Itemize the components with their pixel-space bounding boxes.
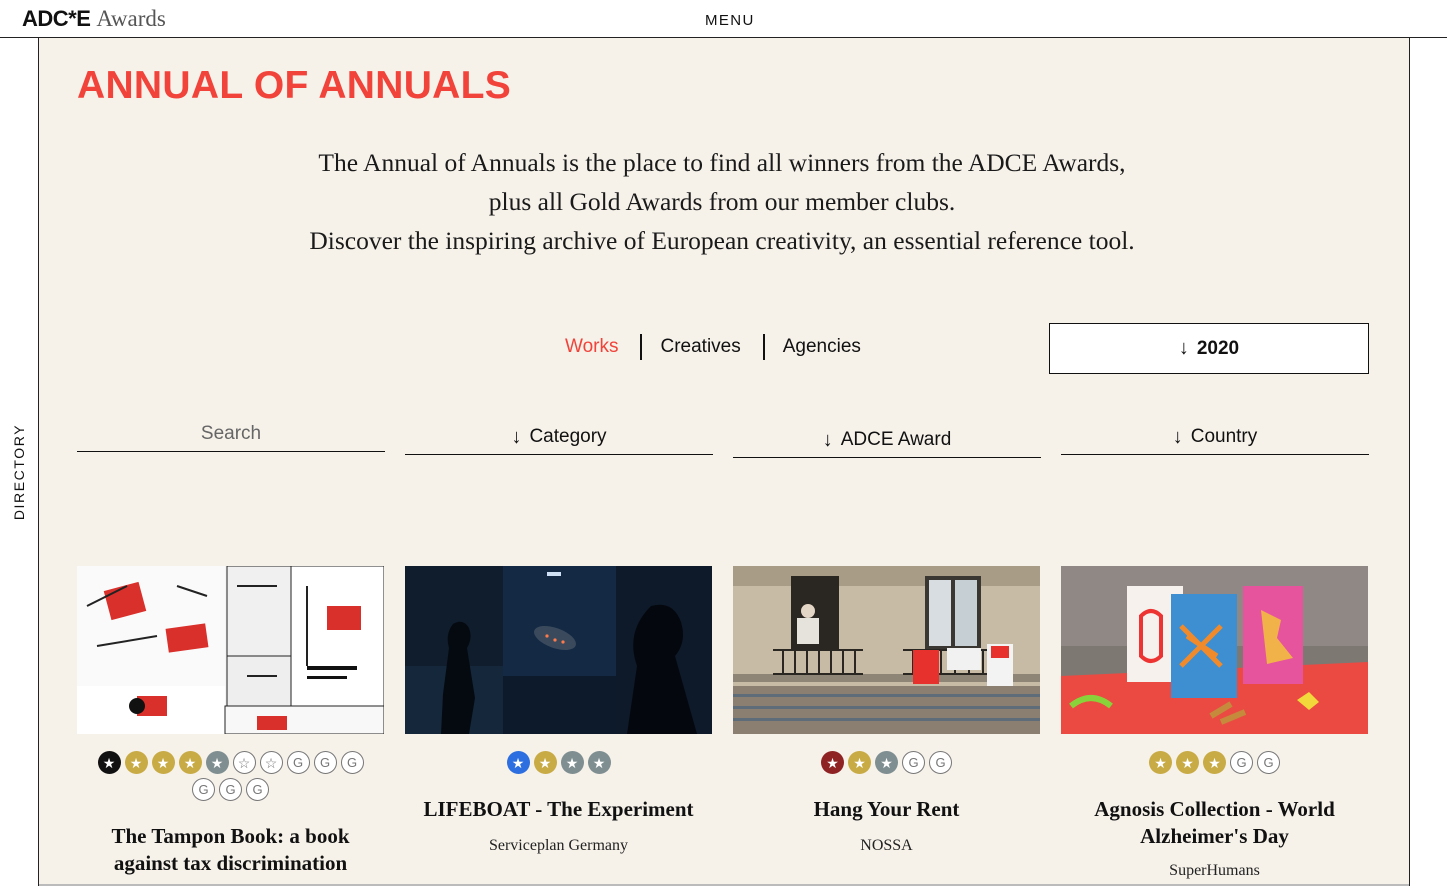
category-label: Category: [529, 426, 607, 447]
tab-creatives[interactable]: Creatives: [640, 334, 762, 360]
gold-star-icon: ★: [848, 751, 871, 774]
gold-star-icon: ★: [533, 751, 557, 774]
work-thumbnail[interactable]: [733, 566, 1040, 734]
view-tabs: Works Creatives Agencies: [553, 334, 873, 360]
work-card: ★ ★ ★ G G Hang Your Rent NOSSA: [733, 566, 1040, 855]
club-gold-icon: G: [219, 778, 242, 801]
tab-agencies[interactable]: Agencies: [762, 334, 873, 360]
left-sidebar: DIRECTORY: [0, 38, 39, 886]
country-label: Country: [1190, 426, 1258, 447]
club-gold-icon: G: [929, 751, 952, 774]
adce-award-filter[interactable]: ↓ ADCE Award: [733, 423, 1041, 458]
adce-logo[interactable]: ADC*E Awards: [22, 6, 166, 32]
work-agency[interactable]: Serviceplan Germany: [405, 837, 712, 855]
blue-star-icon: ★: [506, 751, 530, 774]
club-gold-icon: G: [340, 751, 364, 774]
work-thumbnail[interactable]: [1061, 566, 1368, 734]
logo-word: Awards: [96, 6, 166, 31]
gold-star-icon: ★: [1176, 751, 1199, 774]
work-title[interactable]: Agnosis Collection - World Alzheimer's D…: [1061, 796, 1368, 850]
gold-star-icon: ★: [151, 751, 175, 774]
intro-text: The Annual of Annuals is the place to fi…: [232, 143, 1212, 260]
directory-toggle[interactable]: DIRECTORY: [11, 424, 27, 520]
down-arrow-icon: ↓: [822, 428, 833, 451]
gold-star-icon: ★: [1203, 751, 1226, 774]
menu-button[interactable]: MENU: [705, 12, 755, 29]
work-title[interactable]: The Tampon Book: a book against tax disc…: [77, 823, 384, 877]
red-star-icon: ★: [821, 751, 844, 774]
merit-star-icon: ☆: [259, 751, 283, 774]
search-filter[interactable]: [77, 417, 385, 452]
category-filter[interactable]: ↓ Category: [405, 420, 713, 455]
year-selector[interactable]: ↓ 2020: [1049, 323, 1369, 374]
merit-star-icon: ☆: [232, 751, 256, 774]
work-thumbnail[interactable]: [77, 566, 384, 734]
club-gold-icon: G: [1257, 751, 1280, 774]
work-title[interactable]: Hang Your Rent: [733, 796, 1040, 823]
country-filter[interactable]: ↓ Country: [1061, 420, 1369, 455]
top-header: ADC*E Awards MENU: [0, 0, 1447, 38]
right-rail: [1409, 38, 1447, 886]
intro-line: plus all Gold Awards from our member clu…: [488, 187, 956, 216]
work-thumbnail[interactable]: [405, 566, 712, 734]
silver-star-icon: ★: [875, 751, 898, 774]
award-badges: ★ ★ ★ G G: [1061, 751, 1368, 774]
club-gold-icon: G: [313, 751, 337, 774]
logo-mark: ADC*E: [22, 6, 91, 31]
club-gold-icon: G: [902, 751, 925, 774]
silver-star-icon: ★: [587, 751, 611, 774]
work-card: ★ ★ ★ G G Agnosis Collection - World Alz…: [1061, 566, 1368, 880]
grand-prix-star-icon: ★: [97, 751, 121, 774]
work-agency[interactable]: SuperHumans: [1061, 862, 1368, 880]
work-card: ★ ★ ★ ★ LIFEBOAT - The Experiment Servic…: [405, 566, 712, 855]
club-gold-icon: G: [246, 778, 269, 801]
year-value: 2020: [1196, 337, 1240, 359]
gold-star-icon: ★: [178, 751, 202, 774]
work-card: ★ ★ ★ ★ ★ ☆ ☆ G G G G G G The Tampon Boo…: [77, 566, 384, 877]
down-arrow-icon: ↓: [1178, 337, 1189, 359]
down-arrow-icon: ↓: [1172, 425, 1183, 448]
page-title: ANNUAL OF ANNUALS: [77, 64, 512, 107]
work-title[interactable]: LIFEBOAT - The Experiment: [405, 796, 712, 823]
club-gold-icon: G: [192, 778, 215, 801]
club-gold-icon: G: [286, 751, 310, 774]
award-badges: ★ ★ ★ ★: [405, 751, 712, 774]
intro-line: The Annual of Annuals is the place to fi…: [318, 148, 1126, 177]
intro-line: Discover the inspiring archive of Europe…: [309, 226, 1135, 255]
search-input[interactable]: [77, 423, 385, 445]
award-badges: ★ ★ ★ ★ ★ ☆ ☆ G G G G G G: [77, 751, 384, 801]
club-gold-icon: G: [1230, 751, 1253, 774]
work-agency[interactable]: NOSSA: [733, 837, 1040, 855]
silver-star-icon: ★: [560, 751, 584, 774]
gold-star-icon: ★: [124, 751, 148, 774]
adce-award-label: ADCE Award: [840, 429, 952, 450]
down-arrow-icon: ↓: [511, 425, 522, 448]
silver-star-icon: ★: [205, 751, 229, 774]
gold-star-icon: ★: [1149, 751, 1172, 774]
award-badges: ★ ★ ★ G G: [733, 751, 1040, 774]
tab-works[interactable]: Works: [553, 334, 640, 360]
